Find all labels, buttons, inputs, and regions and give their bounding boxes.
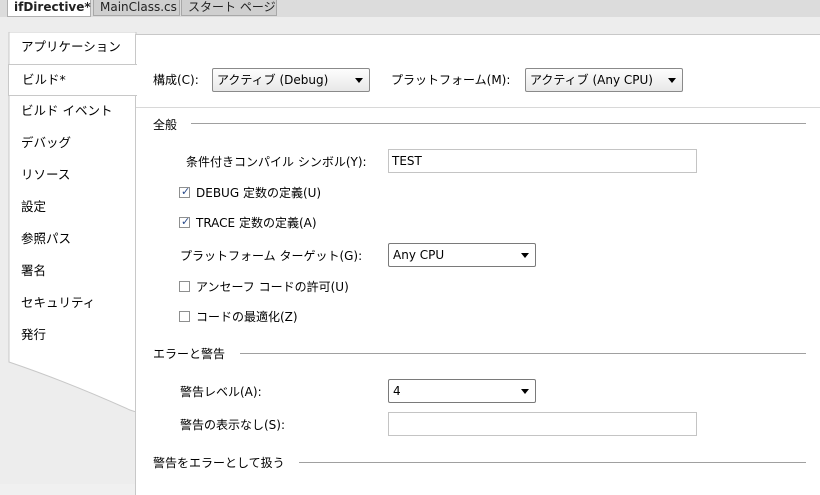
suppress-warnings-label: 警告の表示なし(S): bbox=[180, 418, 286, 432]
treat-warnings-section-header: 警告をエラーとして扱う bbox=[153, 456, 285, 470]
sidebar-item-debug[interactable]: デバッグ bbox=[8, 128, 136, 160]
config-value: アクティブ (Debug) bbox=[217, 73, 329, 87]
sidebar-item-reference-paths[interactable]: 参照パス bbox=[8, 224, 136, 256]
sidebar-item-publish[interactable]: 発行 bbox=[8, 320, 136, 352]
errors-section-rule bbox=[240, 353, 806, 354]
doc-tab-start-page[interactable]: スタート ページ bbox=[181, 0, 277, 16]
document-tab-strip: ifDirective* MainClass.cs スタート ページ bbox=[0, 0, 820, 17]
debug-constant-label: DEBUG 定数の定義(U) bbox=[196, 186, 322, 200]
treat-warnings-section-rule bbox=[299, 462, 806, 463]
general-section-header: 全般 bbox=[153, 118, 178, 132]
build-settings-panel: 構成(C): アクティブ (Debug) プラットフォーム(M): アクティブ … bbox=[135, 34, 820, 495]
config-label: 構成(C): bbox=[153, 73, 199, 87]
sidebar-item-resources[interactable]: リソース bbox=[8, 160, 136, 192]
chevron-down-icon bbox=[355, 78, 363, 83]
warning-level-label: 警告レベル(A): bbox=[180, 385, 262, 399]
project-properties-page: アプリケーション ビルド* ビルド イベント デバッグ リソース 設定 参照パス… bbox=[0, 17, 820, 495]
check-mark-icon: ✓ bbox=[181, 185, 191, 198]
trace-constant-checkbox[interactable]: ✓ bbox=[179, 215, 191, 228]
allow-unsafe-label: アンセーフ コードの許可(U) bbox=[196, 280, 349, 294]
platform-label: プラットフォーム(M): bbox=[391, 73, 511, 87]
conditional-symbols-input[interactable]: TEST bbox=[388, 149, 697, 173]
sidebar-item-build[interactable]: ビルド* bbox=[8, 64, 137, 96]
sidebar-item-settings[interactable]: 設定 bbox=[8, 192, 136, 224]
chevron-down-icon bbox=[521, 389, 529, 394]
platform-value: アクティブ (Any CPU) bbox=[530, 73, 653, 87]
platform-target-dropdown[interactable]: Any CPU bbox=[388, 243, 536, 267]
errors-section-header: エラーと警告 bbox=[153, 347, 226, 361]
sidebar-item-signing[interactable]: 署名 bbox=[8, 256, 136, 288]
platform-dropdown[interactable]: アクティブ (Any CPU) bbox=[525, 68, 683, 92]
warning-level-dropdown[interactable]: 4 bbox=[388, 379, 536, 403]
platform-target-label: プラットフォーム ターゲット(G): bbox=[180, 249, 363, 263]
chevron-down-icon bbox=[668, 78, 676, 83]
optimize-code-label: コードの最適化(Z) bbox=[196, 310, 298, 324]
sidebar-item-build-events[interactable]: ビルド イベント bbox=[8, 96, 136, 128]
doc-tab-mainclass[interactable]: MainClass.cs bbox=[93, 0, 180, 16]
sidebar-item-application[interactable]: アプリケーション bbox=[8, 32, 136, 64]
sidebar-item-security[interactable]: セキュリティ bbox=[8, 288, 136, 320]
config-dropdown[interactable]: アクティブ (Debug) bbox=[212, 68, 370, 92]
general-section-rule bbox=[191, 123, 806, 124]
properties-sidebar: アプリケーション ビルド* ビルド イベント デバッグ リソース 設定 参照パス… bbox=[8, 32, 137, 412]
config-separator bbox=[136, 107, 820, 108]
debug-constant-checkbox[interactable]: ✓ bbox=[179, 185, 191, 198]
optimize-code-checkbox[interactable] bbox=[179, 311, 190, 322]
check-mark-icon: ✓ bbox=[181, 215, 191, 228]
suppress-warnings-input[interactable] bbox=[388, 412, 697, 436]
conditional-symbols-label: 条件付きコンパイル シンボル(Y): bbox=[186, 155, 367, 169]
doc-tab-ifdirective[interactable]: ifDirective* bbox=[7, 0, 91, 17]
allow-unsafe-checkbox[interactable] bbox=[179, 281, 190, 292]
chevron-down-icon bbox=[521, 253, 529, 258]
platform-target-value: Any CPU bbox=[393, 248, 445, 262]
trace-constant-label: TRACE 定数の定義(A) bbox=[196, 216, 317, 230]
warning-level-value: 4 bbox=[393, 384, 401, 398]
